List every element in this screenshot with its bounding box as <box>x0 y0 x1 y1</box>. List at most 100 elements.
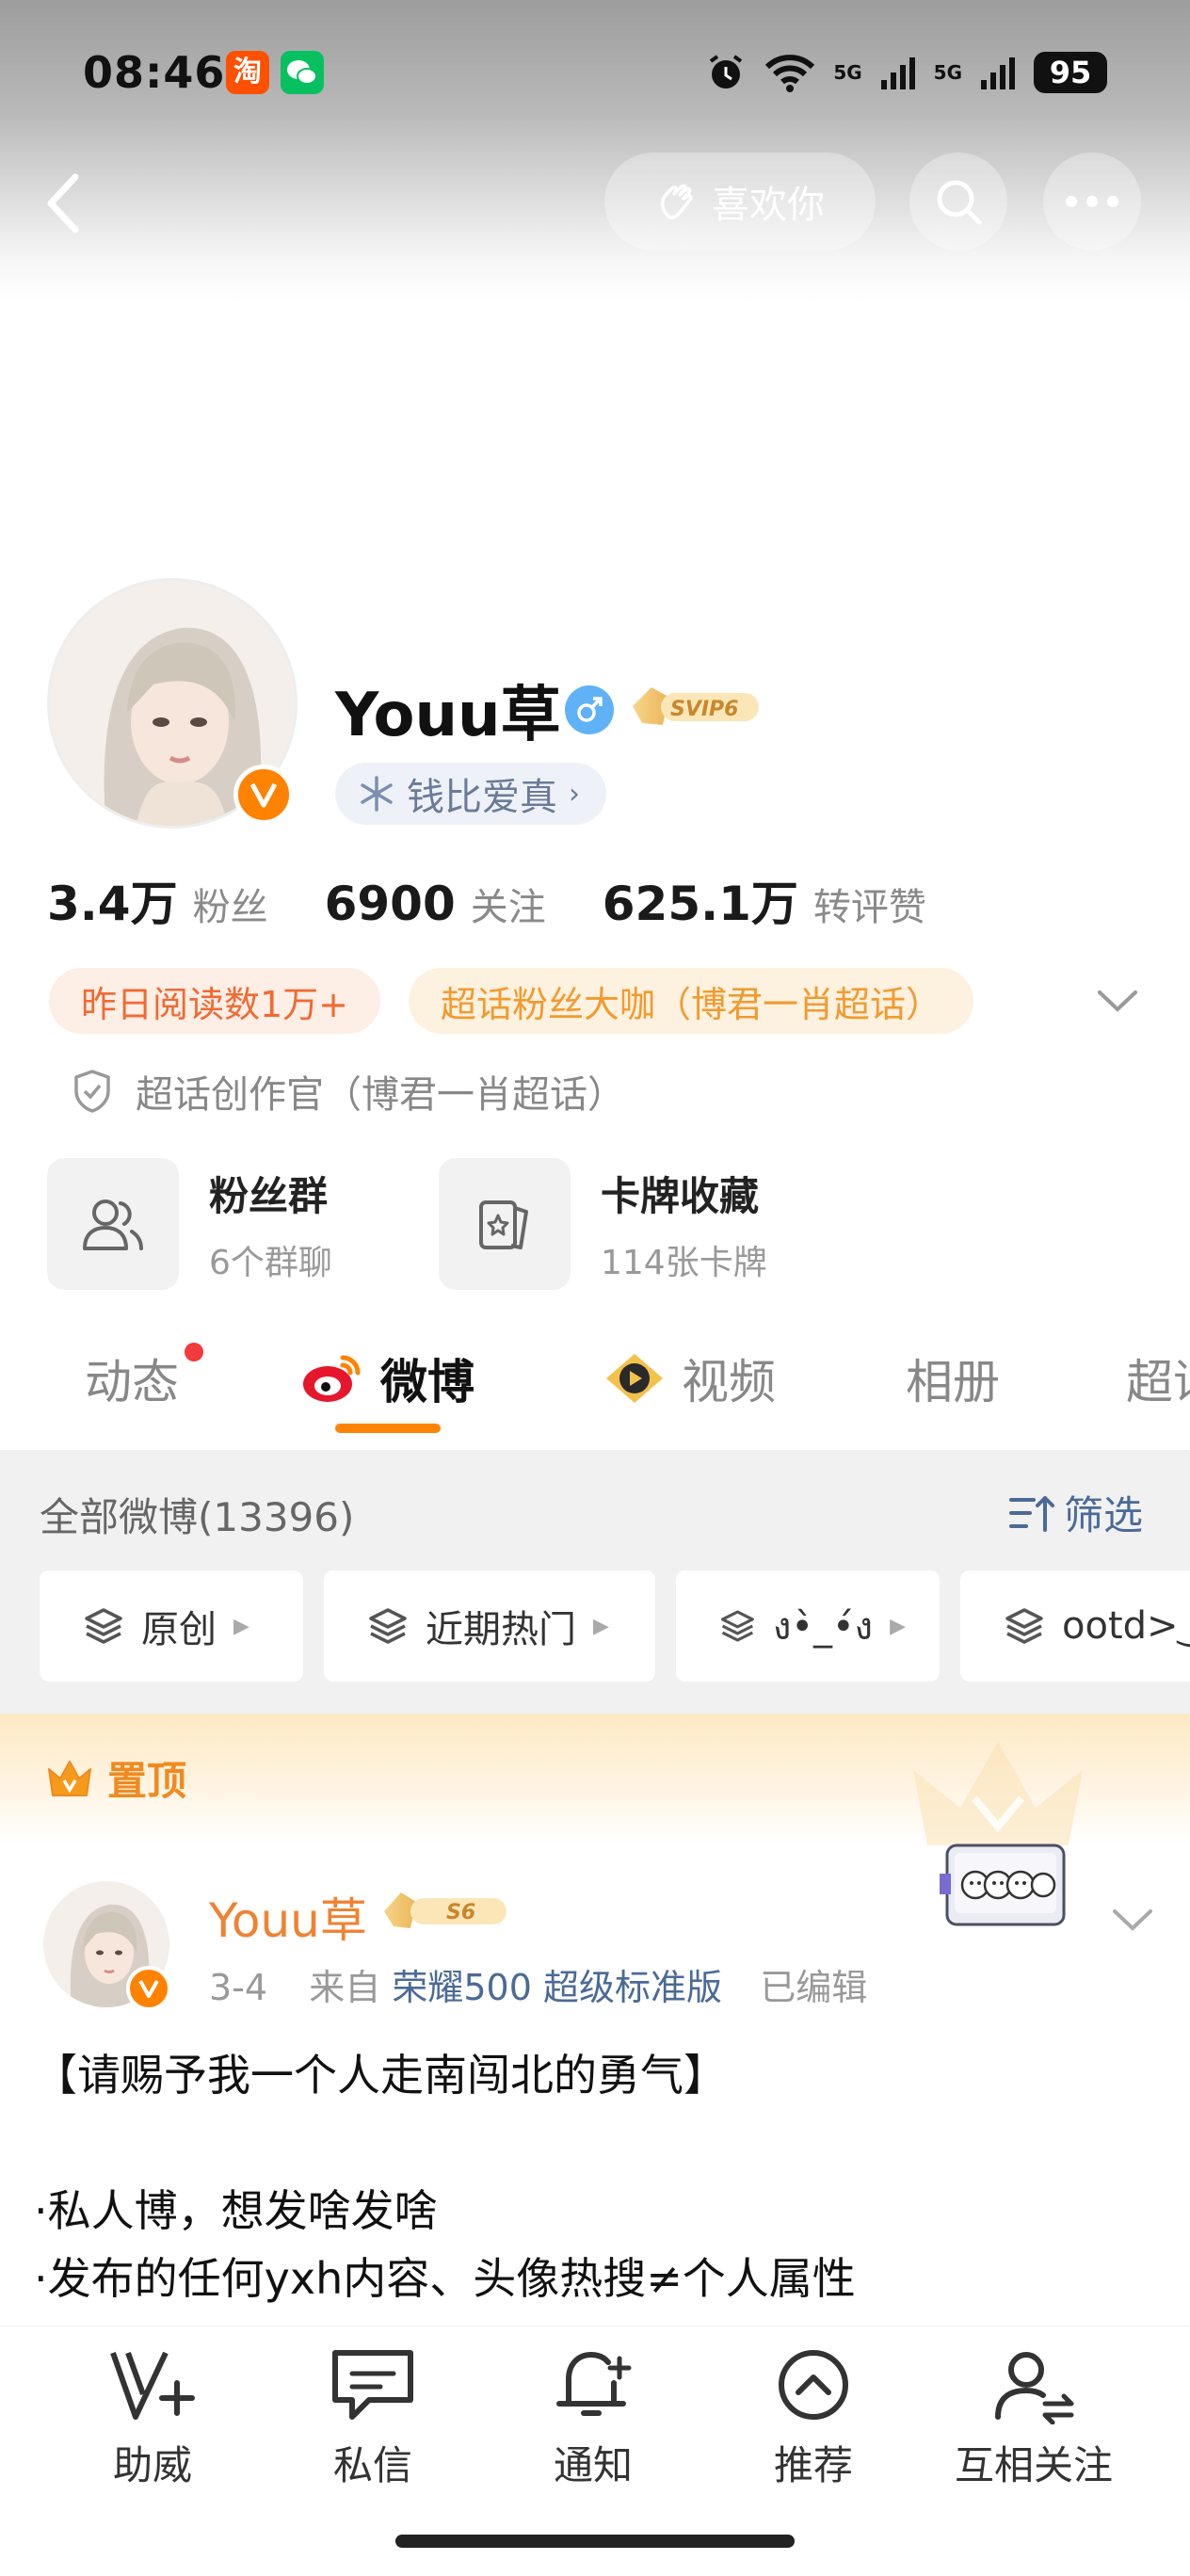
card-collection-entry[interactable]: 卡牌收藏 114张卡牌 <box>439 1158 767 1290</box>
home-indicator[interactable] <box>395 2535 795 2548</box>
taobao-app-icon: 淘 <box>226 51 269 94</box>
shield-icon <box>74 1070 110 1113</box>
notify-label: 通知 <box>553 2442 633 2488</box>
filter-label: 筛选 <box>1064 1492 1144 1538</box>
profile-tags: 昨日阅读数1万+ 超话粉丝大咖（博君一肖超话） <box>49 968 974 1034</box>
svip-badge-icon[interactable]: SVIP6 <box>625 680 766 733</box>
following-count[interactable]: 6900 <box>325 877 456 931</box>
back-icon[interactable] <box>36 166 92 241</box>
profile-tab-bar: 动态 微博 视频 相册 超话 <box>0 1328 1190 1450</box>
layers-icon <box>369 1608 407 1644</box>
wifi-icon <box>765 55 815 92</box>
post-body-text: 【请赐予我一个人走南闯北的勇气】 ·私人博，想发啥发啥 ·发布的任何yxh内容、… <box>34 2050 856 2304</box>
all-weibo-count[interactable]: 全部微博(13396) <box>40 1486 354 1543</box>
tab-dynamic-label: 动态 <box>85 1355 179 1409</box>
weibo-logo-icon <box>303 1355 361 1402</box>
post-chevron-down-icon[interactable] <box>1107 1900 1158 1938</box>
post-edited-label[interactable]: 已编辑 <box>760 1967 867 2008</box>
network-type-1: 5G <box>833 61 862 84</box>
crown-icon <box>48 1760 91 1796</box>
mutual-follow-button[interactable]: 互相关注 <box>940 2345 1128 2491</box>
filter-chip-label: ootd>‿ <box>1062 1604 1190 1648</box>
chevron-down-icon[interactable] <box>1092 979 1143 1022</box>
recommend-label: 推荐 <box>773 2442 853 2488</box>
message-icon <box>332 2350 413 2420</box>
tab-album[interactable]: 相册 <box>906 1344 1000 1412</box>
caret-right-icon: ▶ <box>593 1614 609 1638</box>
filter-chip-ootd[interactable]: ootd>‿ <box>960 1570 1190 1682</box>
video-tab-icon <box>606 1354 663 1403</box>
status-bar: 08:46 淘 5G 5G 95 <box>0 0 1190 151</box>
status-icons: 5G 5G 95 <box>705 49 1107 96</box>
filter-chip-recent-hot[interactable]: 近期热门 ▶ <box>324 1570 655 1682</box>
super-topic-fan-tag[interactable]: 超话粉丝大咖（博君一肖超话） <box>409 968 974 1034</box>
network-type-2: 5G <box>933 61 962 84</box>
interactions-count: 625.1万 <box>602 877 798 931</box>
verified-badge-icon <box>233 765 294 825</box>
post-meta: 3-4 来自 荣耀500 超级标准版 已编辑 <box>209 1958 867 2010</box>
wechat-icon <box>281 51 324 94</box>
filter-chip-label: 原创 <box>141 1608 217 1651</box>
profile-username: Youu草 <box>335 681 561 750</box>
recommend-button[interactable]: 推荐 <box>719 2345 908 2491</box>
level-badge-icon[interactable]: S6 <box>380 1887 512 1936</box>
fan-group-subtitle: 6个群聊 <box>209 1243 332 1282</box>
tab-video-label: 视频 <box>682 1355 776 1409</box>
snowflake-icon <box>361 776 393 812</box>
cheer-label: 助威 <box>112 2442 192 2488</box>
signal-icon-2 <box>981 57 1015 89</box>
filter-button[interactable]: 筛选 <box>1007 1484 1143 1541</box>
post-author-name[interactable]: Youu草 <box>209 1883 367 1951</box>
chevron-up-circle-icon <box>779 2350 848 2420</box>
pinned-banner: 置顶 <box>0 1714 1190 1845</box>
tab-album-label: 相册 <box>906 1355 1000 1409</box>
fan-group-title: 粉丝群 <box>209 1172 329 1219</box>
search-button[interactable] <box>909 153 1007 250</box>
fan-group-icon <box>47 1158 179 1290</box>
filter-area: 全部微博(13396) 筛选 原创 ▶ 近期热门 ▶ ง•̀_•́ง ▶ oot… <box>0 1450 1190 1714</box>
post-source-device[interactable]: 荣耀500 超级标准版 <box>392 1967 722 2008</box>
bell-plus-icon <box>556 2351 632 2416</box>
user-swap-icon <box>995 2352 1074 2424</box>
followers-label[interactable]: 粉丝 <box>193 877 268 931</box>
following-label[interactable]: 关注 <box>471 877 546 931</box>
message-button[interactable]: 私信 <box>279 2345 467 2491</box>
fan-group-chip[interactable]: 钱比爱真 › <box>335 763 606 825</box>
crown-watermark-icon <box>913 1742 1083 1845</box>
reads-tag[interactable]: 昨日阅读数1万+ <box>49 968 381 1034</box>
card-collection-subtitle: 114张卡牌 <box>601 1243 767 1282</box>
followers-count[interactable]: 3.4万 <box>47 866 178 934</box>
cheer-button[interactable]: 助威 <box>58 2345 247 2491</box>
group-chip-label: 钱比爱真 <box>407 776 557 819</box>
tab-super-topic[interactable]: 超话 <box>1126 1344 1190 1412</box>
interactions-label: 转评赞 <box>812 886 926 929</box>
hand-wave-icon <box>661 184 693 219</box>
filter-chip-label: 近期热门 <box>426 1608 576 1651</box>
more-button[interactable] <box>1043 153 1141 250</box>
tab-video[interactable]: 视频 <box>603 1344 776 1412</box>
status-time: 08:46 <box>83 47 226 98</box>
filter-chip-original[interactable]: 原创 ▶ <box>40 1570 303 1682</box>
tab-dynamic-unread-dot <box>185 1343 203 1361</box>
mutual-follow-label: 互相关注 <box>954 2442 1113 2488</box>
active-tab-indicator <box>335 1424 441 1433</box>
search-icon <box>937 180 982 225</box>
creator-title: 超话创作官（博君一肖超话） <box>136 1073 625 1117</box>
cheer-v-plus-icon <box>110 2351 195 2420</box>
fan-group-entry[interactable]: 粉丝群 6个群聊 <box>47 1158 332 1290</box>
filter-chip-emoticon[interactable]: ง•̀_•́ง ▶ <box>676 1570 940 1682</box>
tab-dynamic[interactable]: 动态 <box>85 1344 179 1412</box>
like-you-button[interactable]: 喜欢你 <box>604 153 876 250</box>
like-you-label: 喜欢你 <box>712 184 825 227</box>
card-collection-icon <box>439 1158 571 1290</box>
chevron-right-icon: › <box>569 777 580 811</box>
tab-weibo[interactable]: 微博 <box>299 1344 474 1412</box>
creator-title-row[interactable]: 超话创作官（博君一肖超话） <box>72 1064 625 1119</box>
level-badge-text: S6 <box>446 1901 475 1924</box>
post-verified-badge-icon <box>126 1966 171 2011</box>
notify-button[interactable]: 通知 <box>499 2345 687 2491</box>
alarm-icon <box>710 55 743 89</box>
layers-icon <box>720 1610 754 1642</box>
tab-weibo-label: 微博 <box>380 1355 474 1409</box>
layers-icon <box>85 1608 122 1644</box>
